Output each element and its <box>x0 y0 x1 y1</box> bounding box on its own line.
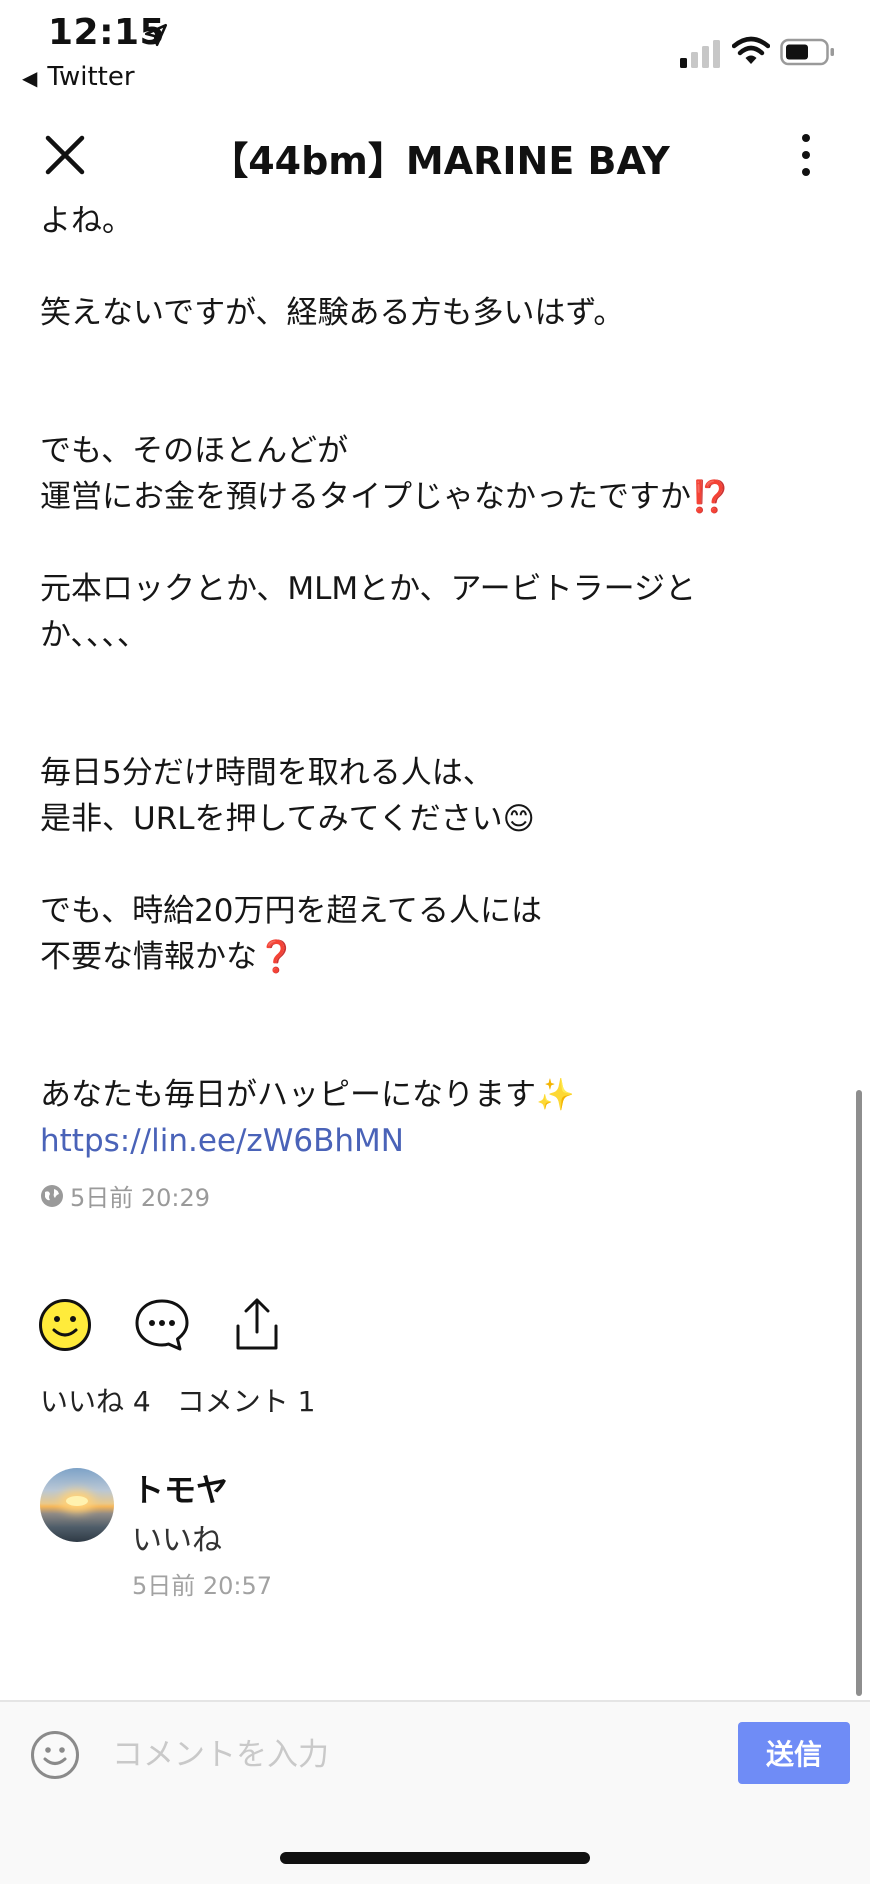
emoji-picker-icon[interactable] <box>30 1730 80 1780</box>
wifi-icon <box>732 36 770 64</box>
page-title: 【44bm】MARINE BAY <box>210 139 670 183</box>
back-to-app-link[interactable]: ◀ Twitter <box>22 62 135 92</box>
close-button[interactable] <box>40 130 90 180</box>
post-line: 毎日5分だけ時間を取れる人は、 <box>40 755 494 791</box>
post-line: か、、、、 <box>40 617 148 653</box>
post-line: でも、時給20万円を超えてる人には <box>40 893 542 929</box>
comment-bubble-icon[interactable] <box>134 1298 190 1352</box>
home-indicator[interactable] <box>280 1852 590 1864</box>
cellular-signal-icon <box>680 40 720 68</box>
back-triangle-icon: ◀ <box>22 66 38 90</box>
globe-icon <box>41 1184 63 1207</box>
comment-author[interactable]: トモヤ <box>132 1465 228 1511</box>
likes-count[interactable]: いいね 4 <box>40 1385 151 1418</box>
post-line-text: 不要な情報かな <box>40 939 257 975</box>
send-button[interactable]: 送信 <box>738 1722 850 1784</box>
smile-emoji: 😊 <box>502 801 535 837</box>
share-icon[interactable] <box>234 1296 280 1352</box>
post-line-text: 是非、URLを押してみてください <box>40 801 503 837</box>
post-line: 不要な情報かな❓ <box>40 934 296 980</box>
post-line: 元本ロックとか、MLMとか、アービトラージと <box>40 571 697 607</box>
comment-text: いいね <box>132 1523 222 1558</box>
reaction-counts: いいね 4 コメント 1 <box>40 1380 341 1420</box>
comments-count[interactable]: コメント 1 <box>177 1385 316 1418</box>
post-line: 運営にお金を預けるタイプじゃなかったですか⁉️ <box>40 474 730 520</box>
avatar[interactable] <box>40 1468 114 1542</box>
post-line: 笑えないですが、経験ある方も多いはず。 <box>40 295 625 331</box>
reaction-smile-icon[interactable] <box>38 1298 92 1352</box>
scrollbar[interactable] <box>856 1090 862 1696</box>
battery-icon <box>780 38 834 66</box>
post-line: よね。 <box>40 203 133 239</box>
post-timestamp: 5日前 20:29 <box>70 1184 211 1212</box>
more-options-icon[interactable] <box>794 130 818 180</box>
post-line: あなたも毎日がハッピーになります✨ <box>40 1072 575 1118</box>
comment-time: 5日前 20:57 <box>132 1572 273 1600</box>
sparkles-emoji: ✨ <box>536 1077 575 1113</box>
back-app-label: Twitter <box>47 62 135 92</box>
avatar-sunset-image <box>66 1496 88 1506</box>
comment-input[interactable] <box>110 1726 714 1784</box>
post-line-text: 運営にお金を預けるタイプじゃなかったですか <box>40 479 691 515</box>
location-arrow-icon <box>144 23 168 47</box>
post-link[interactable]: https://lin.ee/zW6BhMN <box>40 1118 404 1164</box>
question-emoji: ❓ <box>257 939 296 975</box>
post-line: 是非、URLを押してみてください😊 <box>40 796 535 842</box>
post-line-text: あなたも毎日がハッピーになります <box>40 1077 536 1113</box>
post-line: でも、そのほとんどが <box>40 433 349 469</box>
interrobang-emoji: ⁉️ <box>691 479 730 515</box>
post-meta: 5日前 20:29 <box>40 1178 210 1213</box>
